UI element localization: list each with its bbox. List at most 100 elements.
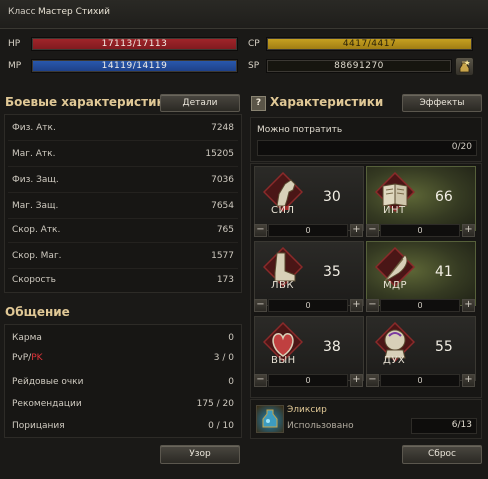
pattern-button[interactable]: Узор [160, 445, 240, 464]
row-divider [8, 268, 238, 269]
plus-icon[interactable]: + [462, 224, 475, 237]
combat-stat-value: 1577 [211, 251, 234, 261]
stat-alloc-value: 0 [380, 299, 460, 312]
stat-allocator: −0 + [254, 224, 364, 237]
social-value: 0 [228, 333, 234, 343]
hp-bar: 17113/17113 [31, 37, 238, 51]
elixir-icon [256, 405, 284, 433]
combat-stat-label: Маг. Атк. [12, 149, 56, 159]
sp-label: SP [248, 61, 260, 71]
combat-stat-value: 7654 [211, 201, 234, 211]
stat-allocator: −0 + [366, 299, 476, 312]
combat-stat-value: 173 [216, 275, 234, 285]
reset-button[interactable]: Сброс [402, 445, 482, 464]
spend-field: 0/20 [257, 140, 477, 156]
class-label: Класс [8, 7, 36, 17]
combat-stat-label: Скорость [12, 275, 56, 285]
details-button[interactable]: Детали [160, 94, 240, 112]
plus-icon[interactable]: + [350, 374, 363, 387]
stat-name: ЛВК [271, 280, 294, 291]
stat-cell-2[interactable]: ЛВК 35 [254, 241, 364, 306]
row-divider [8, 242, 238, 243]
social-value: 3 / 0 [213, 353, 234, 363]
spend-label: Можно потратить [257, 125, 343, 135]
combat-stat-value: 765 [216, 225, 234, 235]
combat-stat-label: Физ. Атк. [12, 123, 56, 133]
stat-name: ИНТ [383, 205, 406, 216]
stat-alloc-value: 0 [268, 374, 348, 387]
elixir-panel: Эликсир Использовано 6/13 [250, 399, 482, 439]
combat-stat-value: 7036 [211, 175, 234, 185]
social-title: Общение [5, 305, 70, 319]
row-divider [8, 140, 238, 141]
stat-cell-1[interactable]: ИНТ 66 [366, 166, 476, 231]
row-divider [8, 166, 238, 167]
combat-stats-title: Боевые характеристики [5, 95, 174, 109]
plus-icon[interactable]: + [462, 299, 475, 312]
minus-icon[interactable]: − [254, 224, 267, 237]
stat-cell-3[interactable]: МДР 41 [366, 241, 476, 306]
class-value: Мастер Стихий [38, 7, 110, 17]
stat-alloc-value: 0 [268, 299, 348, 312]
minus-icon[interactable]: − [254, 299, 267, 312]
combat-stat-label: Маг. Защ. [12, 201, 59, 211]
social-label: Порицания [12, 421, 65, 431]
mp-bar: 14119/14119 [31, 59, 238, 73]
stat-value: 66 [435, 189, 453, 205]
combat-stat-row: Скор. Атк. 765 [12, 222, 234, 240]
combat-stat-value: 15205 [205, 149, 234, 159]
stat-cell-4[interactable]: ВЫН 38 [254, 316, 364, 381]
combat-stat-row: Скорость 173 [12, 272, 234, 290]
social-label: PvP/PK [12, 353, 43, 363]
stat-value: 38 [323, 339, 341, 355]
minus-icon[interactable]: − [366, 374, 379, 387]
social-row: Порицания 0 / 10 [12, 418, 234, 436]
minus-icon[interactable]: − [366, 224, 379, 237]
social-value: 0 / 10 [208, 421, 234, 431]
elixir-used-field: 6/13 [411, 418, 477, 434]
pk-label: PK [31, 353, 43, 363]
class-header: Класс Мастер Стихий [0, 0, 488, 29]
combat-stat-row: Маг. Атк. 15205 [12, 146, 234, 164]
plus-icon[interactable]: + [350, 299, 363, 312]
stat-name: ВЫН [271, 355, 296, 366]
stat-value: 35 [323, 264, 341, 280]
social-label: Рейдовые очки [12, 377, 84, 387]
social-value: 175 / 20 [196, 399, 234, 409]
minus-icon[interactable]: − [254, 374, 267, 387]
social-label: Карма [12, 333, 42, 343]
plus-icon[interactable]: + [462, 374, 475, 387]
help-icon[interactable]: ? [251, 96, 266, 111]
social-row: Карма 0 [12, 330, 234, 348]
social-value: 0 [228, 377, 234, 387]
combat-stat-label: Скор. Атк. [12, 225, 61, 235]
spend-panel: Можно потратить 0/20 [250, 117, 482, 162]
mp-label: MP [8, 61, 22, 71]
stat-cell-5[interactable]: ДУХ 55 [366, 316, 476, 381]
minus-icon[interactable]: − [366, 299, 379, 312]
cp-bar: 4417/4417 [266, 37, 473, 51]
stat-alloc-value: 0 [380, 374, 460, 387]
elixir-used-label: Использовано [287, 421, 354, 431]
plus-icon[interactable]: + [350, 224, 363, 237]
pvp-label: PvP/ [12, 353, 32, 363]
stat-value: 55 [435, 339, 453, 355]
sp-potion-icon[interactable] [455, 57, 474, 76]
social-label: Рекомендации [12, 399, 82, 409]
stat-cell-0[interactable]: СИЛ 30 [254, 166, 364, 231]
stat-allocator: −0 + [366, 374, 476, 387]
combat-stat-row: Физ. Защ. 7036 [12, 172, 234, 190]
combat-stat-label: Скор. Маг. [12, 251, 62, 261]
social-row: PvP/PK 3 / 0 [12, 350, 234, 368]
combat-stat-row: Маг. Защ. 7654 [12, 198, 234, 216]
stat-value: 41 [435, 264, 453, 280]
combat-stat-row: Физ. Атк. 7248 [12, 120, 234, 138]
spend-value: 0/20 [451, 142, 472, 152]
elixir-title: Эликсир [287, 405, 327, 415]
stat-allocator: −0 + [254, 374, 364, 387]
characteristics-title: Характеристики [270, 95, 384, 109]
stat-allocator: −0 + [254, 299, 364, 312]
combat-stat-row: Скор. Маг. 1577 [12, 248, 234, 266]
effects-button[interactable]: Эффекты [402, 94, 482, 112]
row-divider [8, 218, 238, 219]
